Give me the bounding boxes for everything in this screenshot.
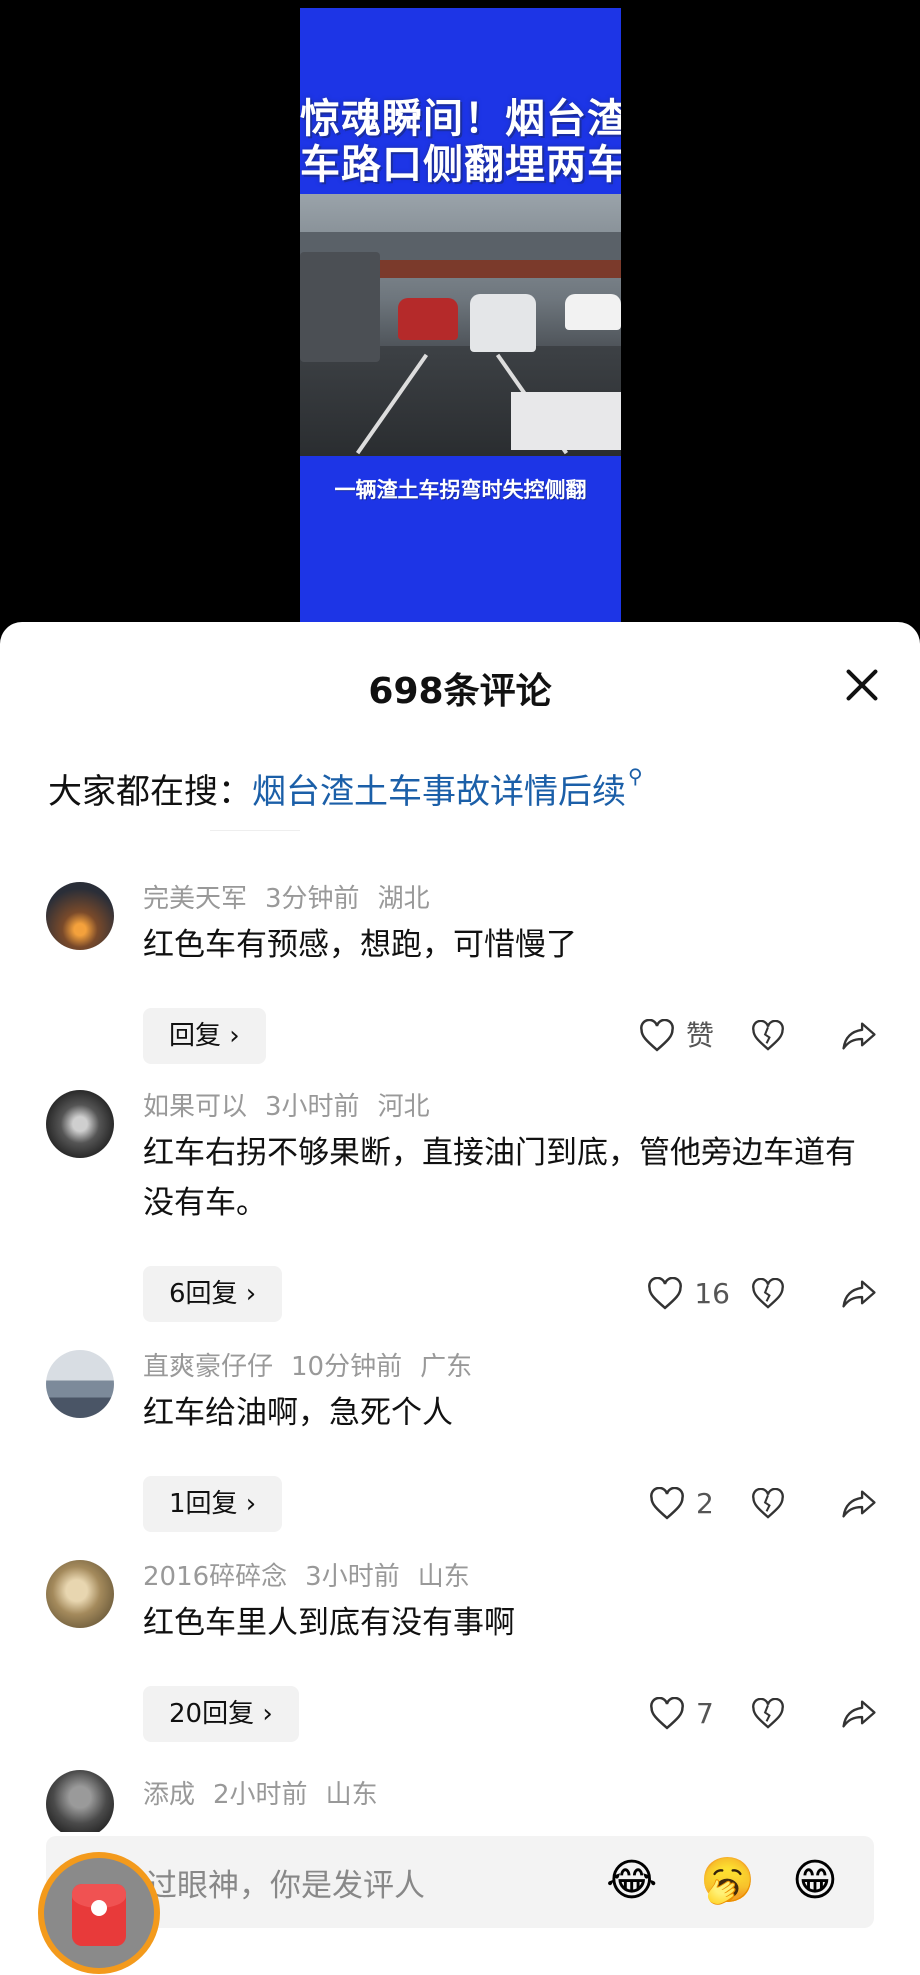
dislike-button[interactable]	[750, 1476, 786, 1532]
username[interactable]: 2016碎碎念	[143, 1562, 287, 1592]
comment-meta: 添成 2小时前 山东	[143, 1774, 396, 1811]
timestamp: 3分钟前	[265, 884, 360, 914]
like-button[interactable]: 赞	[638, 1008, 720, 1064]
divider	[210, 830, 300, 831]
username[interactable]: 完美天军	[143, 884, 247, 914]
like-button[interactable]: 16	[646, 1266, 730, 1322]
share-icon	[842, 1700, 876, 1728]
comment-text: 红色车有预感，想跑，可惜慢了	[143, 927, 577, 963]
region: 湖北	[377, 884, 430, 914]
avatar[interactable]	[46, 1770, 114, 1832]
like-count: 2	[696, 1487, 714, 1520]
comment-meta: 直爽豪仔仔 10分钟前 广东	[143, 1346, 490, 1383]
search-suggestion: 大家都在搜：烟台渣土车事故详情后续 ⚲	[48, 764, 643, 813]
overpass-beam	[360, 260, 621, 278]
broken-heart-icon	[752, 1020, 784, 1051]
comment-text: 红色车里人到底有没有事啊	[143, 1605, 515, 1641]
like-button[interactable]: 2	[648, 1476, 730, 1532]
red-packet-button[interactable]	[38, 1852, 160, 1974]
sleepy-emoji-icon[interactable]: 🥱	[700, 1856, 755, 1906]
broken-heart-icon	[752, 1698, 784, 1729]
timestamp: 2小时前	[213, 1780, 308, 1810]
comment-count-title: 698条评论	[368, 671, 552, 712]
search-icon: ⚲	[628, 764, 643, 788]
share-icon	[842, 1490, 876, 1518]
close-icon[interactable]	[844, 666, 880, 702]
search-link[interactable]: 烟台渣土车事故详情后续	[252, 772, 626, 812]
region: 山东	[325, 1780, 378, 1810]
share-icon	[842, 1022, 876, 1050]
like-count: 7	[696, 1697, 714, 1730]
share-button[interactable]	[840, 1476, 878, 1532]
white-car	[565, 294, 621, 330]
region: 河北	[377, 1092, 430, 1122]
mosaic-patch	[511, 392, 621, 450]
comment-meta: 完美天军 3分钟前 湖北	[143, 878, 448, 915]
heart-icon	[640, 1019, 674, 1052]
red-packet-icon	[72, 1884, 126, 1946]
white-car	[470, 294, 536, 352]
region: 山东	[417, 1562, 470, 1592]
share-button[interactable]	[840, 1686, 878, 1742]
heart-icon	[648, 1277, 683, 1310]
reply-button[interactable]: 回复 ›	[143, 1008, 266, 1064]
username[interactable]: 直爽豪仔仔	[143, 1352, 273, 1382]
comment-text: 红车右拐不够果断，直接油门到底，管他旁边车道有没有车。	[143, 1135, 856, 1221]
username[interactable]: 添成	[143, 1780, 195, 1810]
share-button[interactable]	[840, 1266, 878, 1322]
avatar[interactable]	[46, 882, 114, 950]
comment-sheet: 698条评论 大家都在搜：烟台渣土车事故详情后续 ⚲ 完美天军 3分钟前 湖北 红色车…	[0, 622, 920, 1975]
video-frame	[300, 194, 621, 456]
red-car	[398, 298, 458, 340]
username[interactable]: 如果可以	[143, 1092, 247, 1122]
video-title: 惊魂瞬间！烟台渣土 车路口侧翻埋两车	[300, 96, 621, 188]
reply-button[interactable]: 20回复 ›	[143, 1686, 299, 1742]
avatar[interactable]	[46, 1560, 114, 1628]
dislike-button[interactable]	[750, 1686, 786, 1742]
avatar[interactable]	[46, 1090, 114, 1158]
comment-input[interactable]: 确认过眼神，你是发评人 😂 🥱 😁	[46, 1836, 874, 1928]
comment-meta: 如果可以 3小时前 河北	[143, 1086, 448, 1123]
like-button[interactable]: 7	[648, 1686, 730, 1742]
laugh-cry-emoji-icon[interactable]: 😂	[606, 1856, 657, 1906]
heart-icon	[650, 1487, 684, 1520]
timestamp: 3小时前	[305, 1562, 400, 1592]
comment-item: 添成 2小时前 山东	[0, 1770, 920, 1832]
grin-emoji-icon[interactable]: 😁	[792, 1856, 838, 1906]
dump-truck	[300, 252, 380, 362]
avatar[interactable]	[46, 1350, 114, 1418]
reply-button[interactable]: 6回复 ›	[143, 1266, 283, 1322]
video-caption: 一辆渣土车拐弯时失控侧翻	[334, 478, 587, 502]
like-count: 赞	[686, 1019, 715, 1052]
dislike-button[interactable]	[750, 1008, 786, 1064]
region: 广东	[420, 1352, 473, 1382]
timestamp: 10分钟前	[291, 1352, 403, 1382]
share-icon	[842, 1280, 876, 1308]
broken-heart-icon	[752, 1488, 784, 1519]
reply-button[interactable]: 1回复 ›	[143, 1476, 283, 1532]
broken-heart-icon	[752, 1278, 784, 1309]
timestamp: 3小时前	[265, 1092, 360, 1122]
heart-icon	[650, 1697, 684, 1730]
search-prefix: 大家都在搜：	[48, 772, 252, 812]
like-count: 16	[694, 1277, 730, 1310]
comment-meta: 2016碎碎念 3小时前 山东	[143, 1556, 488, 1593]
comment-text: 红车给油啊，急死个人	[143, 1395, 453, 1431]
video-player[interactable]: 惊魂瞬间！烟台渣土 车路口侧翻埋两车 一辆渣土车拐弯时失控侧翻	[300, 8, 621, 622]
share-button[interactable]	[840, 1008, 878, 1064]
dislike-button[interactable]	[750, 1266, 786, 1322]
